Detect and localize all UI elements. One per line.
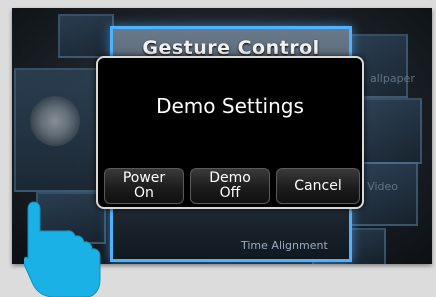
time-alignment-label: Time Alignment bbox=[241, 239, 328, 252]
demo-off-line2: Off bbox=[219, 185, 241, 201]
power-on-line2: On bbox=[134, 185, 154, 201]
video-tile-label: / Video bbox=[360, 180, 399, 193]
power-on-label: Power On bbox=[123, 171, 165, 201]
cancel-label: Cancel bbox=[294, 177, 342, 194]
wallpaper-tile-label: allpaper bbox=[370, 72, 415, 85]
cancel-button[interactable]: Cancel bbox=[276, 168, 360, 204]
power-on-button[interactable]: Power On bbox=[104, 168, 184, 204]
demo-off-button[interactable]: Demo Off bbox=[190, 168, 270, 204]
dialog-title: Demo Settings bbox=[156, 94, 304, 118]
background-tile-left-disc bbox=[14, 68, 106, 192]
background-tile-top-left bbox=[58, 14, 114, 58]
disc-icon bbox=[30, 96, 80, 146]
background-tile-right-car bbox=[358, 98, 422, 164]
power-on-line1: Power bbox=[122, 170, 166, 186]
demo-settings-dialog: Demo Settings Power On Demo Off Cancel bbox=[96, 56, 364, 209]
pointing-hand-icon bbox=[24, 201, 101, 297]
demo-off-line1: Demo bbox=[209, 170, 251, 186]
demo-off-label: Demo Off bbox=[209, 171, 251, 201]
